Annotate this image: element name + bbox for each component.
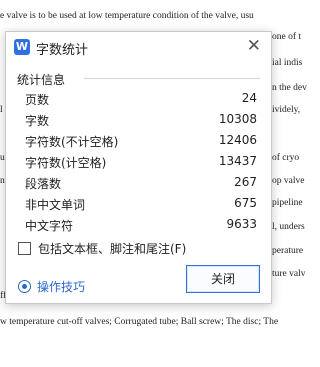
section-divider — [84, 78, 260, 79]
stat-row-words: 字数 10308 — [25, 109, 257, 130]
stat-label: 字符数(计空格) — [25, 156, 107, 170]
stat-row-pages: 页数 24 — [25, 88, 257, 109]
checkbox-label: 包括文本框、脚注和尾注(F) — [38, 242, 187, 256]
stat-value: 13437 — [218, 154, 257, 168]
doc-text-fragment: one of t — [272, 32, 302, 42]
stat-label: 中文字符 — [25, 219, 74, 233]
stat-value: 12406 — [218, 133, 257, 147]
stat-row-chinese-chars: 中文字符 9633 — [25, 214, 257, 235]
stat-label: 非中文单词 — [25, 198, 86, 212]
stats-list: 页数 24 字数 10308 字符数(不计空格) 12406 字符数(计空格) … — [25, 88, 257, 235]
tips-link[interactable]: 操作技巧 — [18, 278, 85, 295]
doc-text-line: e valve is to be used at low temperature… — [0, 11, 254, 21]
stat-row-paragraphs: 段落数 267 — [25, 172, 257, 193]
doc-text-line: w temperature cut-off valves; Corrugated… — [0, 317, 279, 327]
doc-text-fragment: pipeline — [272, 198, 303, 208]
doc-text-fragment: n the dev — [272, 83, 307, 93]
close-button[interactable]: 关闭 — [186, 265, 260, 293]
doc-text-fragment: l, unders — [272, 222, 305, 232]
stat-value: 267 — [234, 175, 257, 189]
tips-icon — [18, 280, 31, 293]
doc-text-fragment: op valve — [272, 176, 305, 186]
stat-value: 9633 — [226, 217, 257, 231]
stat-label: 页数 — [25, 93, 50, 107]
stat-label: 字数 — [25, 114, 50, 128]
stat-row-chars-no-spaces: 字符数(不计空格) 12406 — [25, 130, 257, 151]
doc-text-fragment: ial indis — [272, 58, 303, 68]
dialog-titlebar[interactable]: W 字数统计 ✕ — [6, 32, 271, 62]
stat-row-chars-with-spaces: 字符数(计空格) 13437 — [25, 151, 257, 172]
tips-label: 操作技巧 — [37, 280, 86, 294]
word-count-dialog: W 字数统计 ✕ 统计信息 页数 24 字数 10308 字符数(不计空格) 1… — [5, 31, 272, 304]
section-title: 统计信息 — [17, 73, 66, 87]
dialog-title: 字数统计 — [36, 43, 89, 58]
stat-label: 段落数 — [25, 177, 62, 191]
close-icon[interactable]: ✕ — [247, 36, 261, 56]
stat-row-non-chinese-words: 非中文单词 675 — [25, 193, 257, 214]
wps-writer-icon: W — [14, 39, 30, 55]
doc-text-fragment: ividely, — [272, 105, 301, 115]
stat-value: 675 — [234, 196, 257, 210]
stat-value: 24 — [241, 91, 257, 105]
include-textboxes-checkbox-row[interactable]: 包括文本框、脚注和尾注(F) — [18, 240, 186, 257]
stat-label: 字符数(不计空格) — [25, 135, 119, 149]
doc-text-fragment: l — [0, 105, 3, 115]
doc-text-fragment: of cryo — [272, 153, 300, 163]
stat-value: 10308 — [218, 112, 257, 126]
doc-text-fragment: perature — [272, 246, 304, 256]
doc-text-fragment: ture valv — [272, 269, 306, 279]
include-textboxes-checkbox[interactable] — [18, 242, 31, 255]
